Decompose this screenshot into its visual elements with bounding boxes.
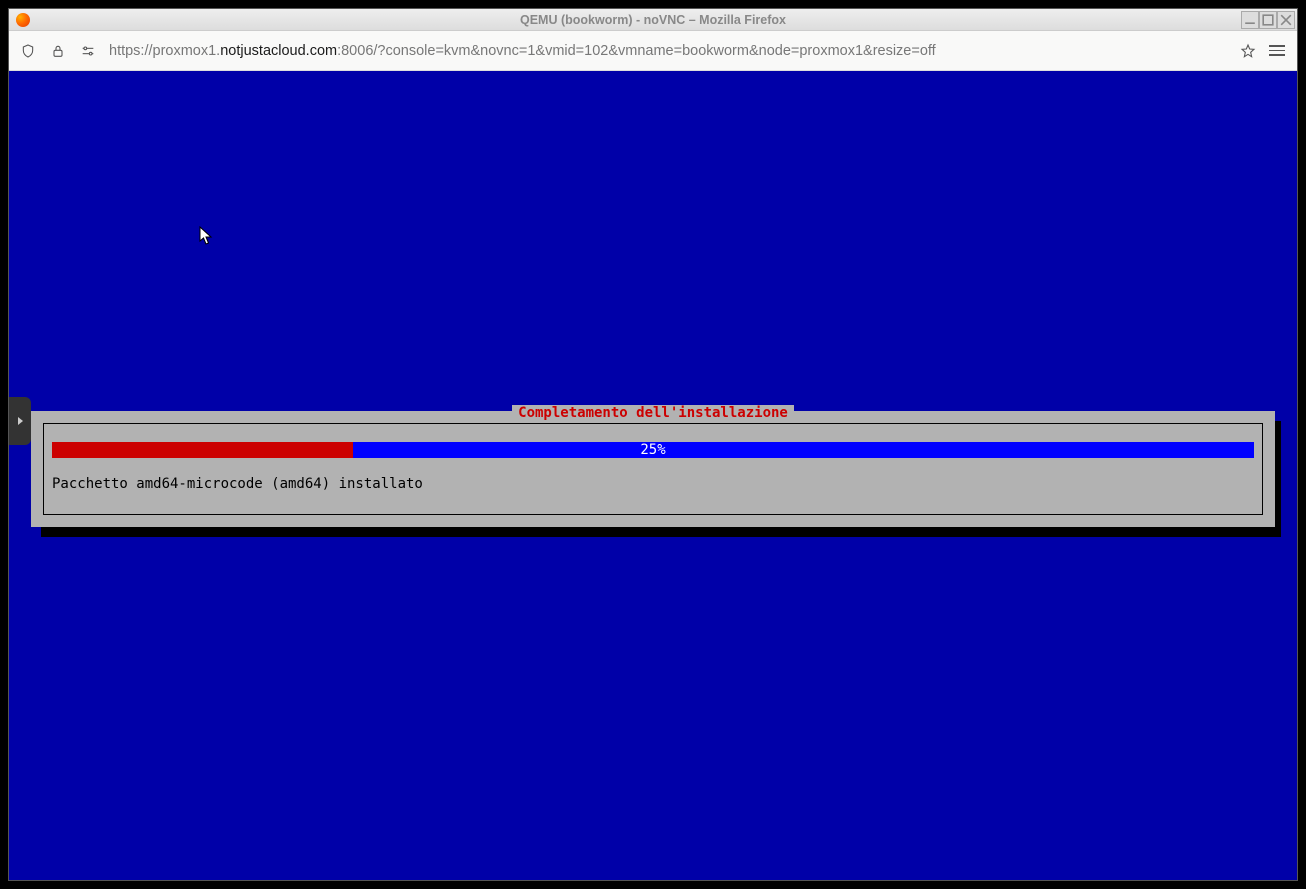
progress-bar: 25% [52,442,1254,458]
shield-icon[interactable] [19,42,37,60]
firefox-icon [15,12,31,28]
vnc-console[interactable]: Completamento dell'installazione 25% Pac… [9,71,1297,880]
browser-toolbar: https://proxmox1.notjustacloud.com:8006/… [9,31,1297,71]
installer-title: Completamento dell'installazione [512,405,794,421]
url-prefix: https://proxmox1. [109,43,220,59]
window-title: QEMU (bookworm) - noVNC – Mozilla Firefo… [9,13,1297,27]
firefox-window: QEMU (bookworm) - noVNC – Mozilla Firefo… [8,8,1298,881]
minimize-button[interactable] [1241,11,1259,29]
progress-label: 25% [52,442,1254,458]
bookmark-star-icon[interactable] [1239,42,1257,60]
hamburger-menu-icon[interactable] [1269,42,1287,60]
url-suffix: :8006/?console=kvm&novnc=1&vmid=102&vmna… [337,43,936,59]
installer-dialog: Completamento dell'installazione 25% Pac… [31,411,1275,527]
maximize-button[interactable] [1259,11,1277,29]
window-titlebar[interactable]: QEMU (bookworm) - noVNC – Mozilla Firefo… [9,9,1297,31]
close-button[interactable] [1277,11,1295,29]
url-bar[interactable]: https://proxmox1.notjustacloud.com:8006/… [109,36,1227,66]
lock-icon[interactable] [49,42,67,60]
window-controls [1241,11,1295,29]
installer-status: Pacchetto amd64-microcode (amd64) instal… [52,476,1254,492]
permissions-icon[interactable] [79,42,97,60]
url-host: notjustacloud.com [220,43,337,59]
cursor-icon [199,226,213,246]
novnc-panel-toggle[interactable] [9,397,31,445]
